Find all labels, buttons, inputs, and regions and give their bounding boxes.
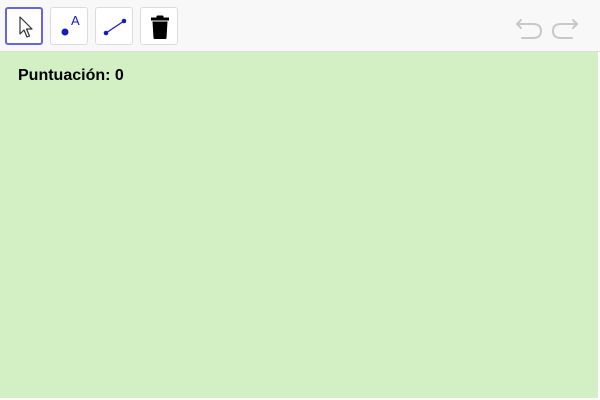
delete-tool-button[interactable]	[140, 7, 178, 45]
toolbar: A	[0, 0, 600, 52]
undo-button[interactable]	[514, 12, 544, 42]
segment-tool-button[interactable]	[95, 7, 133, 45]
point-icon: A	[61, 13, 80, 36]
redo-button[interactable]	[550, 12, 580, 42]
app-window: A Puntuación: 0	[0, 0, 600, 400]
graphics-canvas[interactable]: Puntuación: 0	[0, 52, 598, 398]
trash-icon	[151, 15, 169, 39]
cursor-arrow-icon	[19, 16, 33, 38]
undo-icon	[516, 19, 543, 39]
redo-icon	[551, 19, 578, 39]
point-tool-button[interactable]: A	[50, 7, 88, 45]
point-icon-letter: A	[71, 13, 80, 28]
move-tool-button[interactable]	[5, 7, 43, 45]
score-label: Puntuación: 0	[18, 67, 124, 84]
segment-icon	[103, 18, 127, 36]
